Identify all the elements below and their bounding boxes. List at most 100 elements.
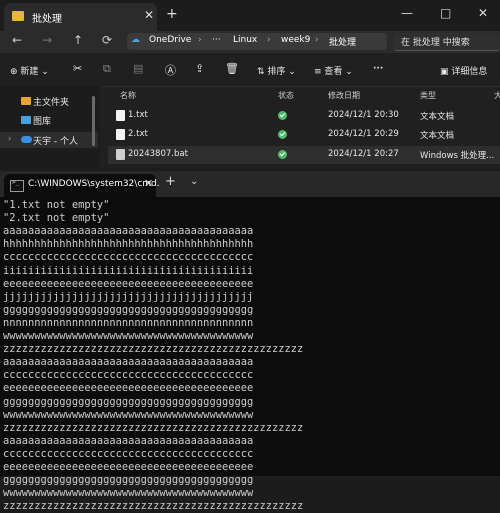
console-line: gggggggggggggggggggggggggggggggggggggggg (3, 395, 254, 408)
chevron-right-icon[interactable]: › (8, 134, 11, 143)
cmd-icon (10, 179, 24, 192)
console-line: hhhhhhhhhhhhhhhhhhhhhhhhhhhhhhhhhhhhhhhh (3, 238, 254, 251)
cloud-icon (21, 136, 32, 143)
file-row[interactable]: 20243807.bat 2024/12/1 20:27 Windows 批处理… (108, 146, 500, 164)
sync-status-icon (278, 130, 287, 139)
console-line: gggggggggggggggggggggggggggggggggggggggg (3, 303, 254, 316)
console-line: zzzzzzzzzzzzzzzzzzzzzzzzzzzzzzzzzzzzzzzz… (3, 500, 304, 513)
explorer-tab-title: 批处理 (32, 14, 62, 25)
file-date: 2024/12/1 20:27 (328, 149, 399, 159)
cloud-icon: ☁ (131, 35, 140, 45)
file-date: 2024/12/1 20:29 (328, 129, 399, 139)
new-button[interactable]: ⊕ 新建 ⌄ (10, 64, 49, 77)
file-name: 20243807.bat (128, 149, 188, 159)
terminal-tab-title: C:\WINDOWS\system32\cmd. (28, 179, 160, 189)
console-line: cccccccccccccccccccccccccccccccccccccccc (3, 369, 254, 382)
console-line: gggggggggggggggggggggggggggggggggggggggg (3, 474, 254, 487)
more-options-button[interactable]: ··· (373, 64, 383, 74)
details-pane-button[interactable]: ▣ 详细信息 (440, 64, 487, 77)
sort-icon: ⇅ (257, 67, 265, 77)
file-date: 2024/12/1 20:30 (328, 110, 399, 120)
breadcrumb-ellipsis[interactable]: ··· (212, 35, 221, 45)
breadcrumb-week9[interactable]: week9 (281, 35, 310, 45)
chevron-down-icon[interactable]: ⌄ (190, 176, 198, 187)
console-line: wwwwwwwwwwwwwwwwwwwwwwwwwwwwwwwwwwwwwwww (3, 330, 254, 342)
tab-close-button[interactable]: ✕ (144, 177, 153, 190)
delete-icon[interactable]: 🗑 (225, 62, 239, 75)
column-header-size[interactable]: 大 (494, 90, 500, 101)
console-line: cccccccccccccccccccccccccccccccccccccccc (3, 251, 254, 264)
sidebar-item-onedrive-personal[interactable]: › 天宇 - 个人 (0, 132, 98, 148)
terminal-tab[interactable]: C:\WINDOWS\system32\cmd. ✕ (4, 174, 160, 197)
share-icon[interactable]: ⇪ (195, 62, 204, 75)
text-file-icon (116, 129, 125, 140)
folder-icon (12, 11, 24, 21)
close-window-button[interactable]: ✕ (478, 6, 488, 20)
console-line: eeeeeeeeeeeeeeeeeeeeeeeeeeeeeeeeeeeeeeee (3, 277, 254, 290)
console-line: nnnnnnnnnnnnnnnnnnnnnnnnnnnnnnnnnnnnnnnn (3, 316, 254, 329)
new-tab-button[interactable]: + (166, 6, 178, 22)
home-folder-icon (21, 97, 31, 105)
console-line: jjjjjjjjjjjjjjjjjjjjjjjjjjjjjjjjjjjjjjjj (3, 290, 254, 303)
view-icon: ≡ (314, 67, 322, 77)
plus-circle-icon: ⊕ (10, 67, 18, 77)
text-file-icon (116, 110, 125, 121)
console-line: iiiiiiiiiiiiiiiiiiiiiiiiiiiiiiiiiiiiiiii (3, 264, 254, 277)
sidebar-item-gallery[interactable]: 图库 (0, 112, 98, 128)
batch-file-icon (116, 149, 125, 160)
column-header-date[interactable]: 修改日期 (328, 90, 360, 101)
file-row[interactable]: 1.txt 2024/12/1 20:30 文本文档 (108, 107, 500, 125)
console-line: eeeeeeeeeeeeeeeeeeeeeeeeeeeeeeeeeeeeeeee (3, 382, 254, 395)
details-icon: ▣ (440, 67, 449, 77)
copy-icon[interactable]: ⧉ (103, 62, 111, 76)
breadcrumb-onedrive[interactable]: OneDrive (149, 35, 191, 45)
search-box[interactable]: 在 批处理 中搜索 (393, 33, 500, 51)
breadcrumb-separator: › (315, 35, 319, 45)
console-line: "1.txt not empty" (3, 199, 110, 211)
column-header-type[interactable]: 类型 (420, 90, 436, 101)
console-line: wwwwwwwwwwwwwwwwwwwwwwwwwwwwwwwwwwwwwwww (3, 487, 254, 500)
scrollbar[interactable] (92, 96, 95, 146)
maximize-button[interactable]: □ (440, 6, 451, 20)
breadcrumb-linux[interactable]: Linux (233, 35, 257, 45)
file-name: 2.txt (128, 129, 148, 139)
file-type: Windows 批处理... (420, 151, 495, 161)
file-row[interactable]: 2.txt 2024/12/1 20:29 文本文档 (108, 126, 500, 144)
new-terminal-tab-button[interactable]: + (165, 174, 176, 189)
column-header-status[interactable]: 状态 (278, 90, 294, 101)
column-header-name[interactable]: 名称 (120, 90, 136, 101)
tab-close-button[interactable]: ✕ (144, 8, 154, 22)
search-placeholder: 在 批处理 中搜索 (401, 38, 470, 48)
console-line: wwwwwwwwwwwwwwwwwwwwwwwwwwwwwwwwwwwwwwww (3, 408, 254, 421)
paste-icon[interactable]: ▤ (133, 62, 143, 75)
breadcrumb-current[interactable]: 批处理 (329, 35, 356, 48)
sync-status-icon (278, 111, 287, 120)
file-explorer-window: 批处理 ✕ + — □ ✕ ← → ↑ ⟳ ☁ OneDrive › ··· L… (0, 0, 500, 168)
sidebar-item-home[interactable]: 主文件夹 (0, 93, 98, 109)
console-line: cccccccccccccccccccccccccccccccccccccccc (3, 447, 254, 460)
console-line: zzzzzzzzzzzzzzzzzzzzzzzzzzzzzzzzzzzzzzzz… (3, 343, 304, 356)
breadcrumb-separator: › (267, 35, 271, 45)
view-button[interactable]: ≡ 查看 ⌄ (314, 64, 353, 77)
file-type: 文本文档 (420, 112, 455, 122)
sync-status-icon (278, 150, 287, 159)
rename-icon[interactable]: Ⓐ (165, 62, 176, 78)
file-name: 1.txt (128, 110, 148, 120)
console-line: "2.txt not empty" (3, 212, 110, 225)
console-line: aaaaaaaaaaaaaaaaaaaaaaaaaaaaaaaaaaaaaaaa (3, 434, 254, 447)
console-output[interactable]: "1.txt not empty" "2.txt not empty" aaaaaa… (0, 197, 500, 512)
sort-button[interactable]: ⇅ 排序 ⌄ (257, 64, 296, 77)
address-bar[interactable]: ☁ OneDrive › ··· Linux › week9 › 批处理 (127, 33, 387, 50)
refresh-icon[interactable]: ⟳ (102, 33, 112, 47)
up-arrow-icon[interactable]: ↑ (73, 33, 83, 47)
back-arrow-icon[interactable]: ← (12, 33, 22, 47)
explorer-tab[interactable]: 批处理 ✕ (4, 3, 157, 31)
cut-icon[interactable]: ✂ (73, 62, 82, 75)
file-type: 文本文档 (420, 131, 455, 141)
forward-arrow-icon[interactable]: → (42, 33, 52, 47)
minimize-button[interactable]: — (401, 6, 413, 20)
console-line: eeeeeeeeeeeeeeeeeeeeeeeeeeeeeeeeeeeeeeee (3, 461, 254, 473)
console-line: aaaaaaaaaaaaaaaaaaaaaaaaaaaaaaaaaaaaaaaa (3, 225, 254, 238)
console-line: zzzzzzzzzzzzzzzzzzzzzzzzzzzzzzzzzzzzzzzz… (3, 421, 304, 434)
gallery-icon (21, 116, 31, 124)
